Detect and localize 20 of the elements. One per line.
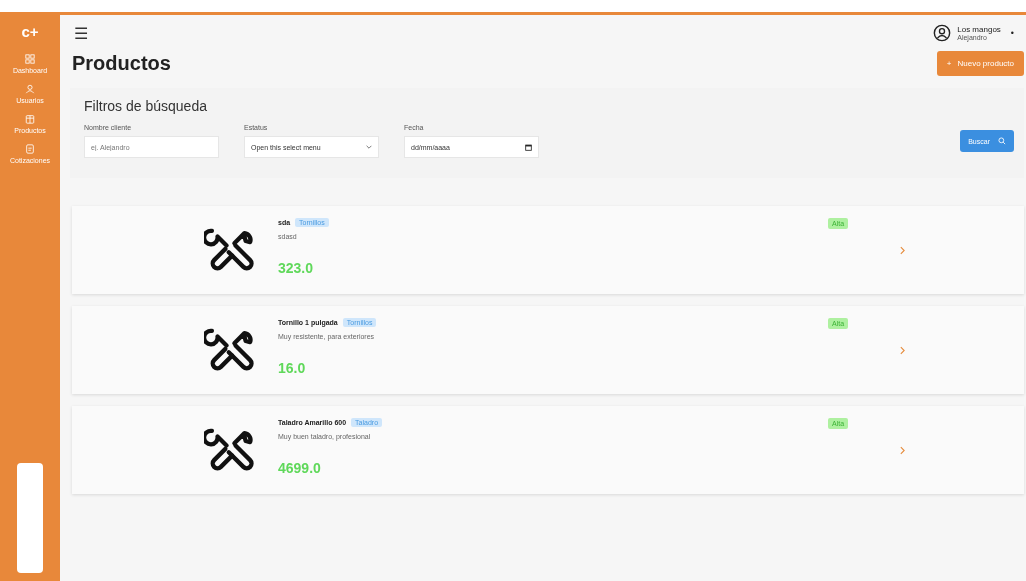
product-price: 323.0 [278,260,315,276]
box-icon [25,114,35,124]
chevron-right-icon[interactable] [900,446,905,455]
chevron-down-icon [366,145,372,149]
user-icon [25,84,35,94]
grid-icon [25,54,35,64]
calendar-icon [525,143,532,151]
page-title: Productos [72,52,171,75]
product-price: 4699.0 [278,460,322,476]
document-icon [25,144,35,154]
chevron-right-icon[interactable] [900,246,905,255]
menu-button[interactable]: ☰ [72,23,90,43]
user-menu-caret[interactable]: • [1006,28,1014,38]
app-logo: c+ [21,23,39,40]
search-icon [998,137,1006,145]
avatar-icon [933,24,952,42]
chevron-right-icon[interactable] [900,346,905,355]
product-price: 16.0 [278,360,307,376]
filters-title: Filtros de búsqueda [84,98,208,114]
user-name: Los mangos [957,25,1001,34]
